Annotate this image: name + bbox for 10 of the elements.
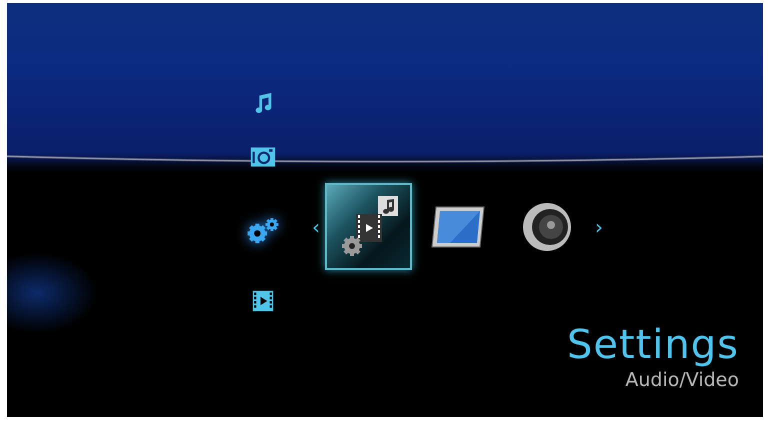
next-arrow[interactable]: › bbox=[592, 216, 606, 236]
previous-arrow[interactable]: ‹ bbox=[309, 216, 323, 236]
speaker-icon bbox=[520, 200, 572, 252]
monitor-icon bbox=[430, 204, 486, 248]
section-title: Settings bbox=[566, 322, 739, 368]
camera-icon[interactable] bbox=[250, 146, 276, 168]
selected-menu-tile[interactable] bbox=[325, 183, 412, 270]
film-strip-icon[interactable] bbox=[250, 290, 276, 312]
section-subtitle: Audio/Video bbox=[625, 368, 739, 392]
gears-icon[interactable] bbox=[246, 217, 280, 245]
